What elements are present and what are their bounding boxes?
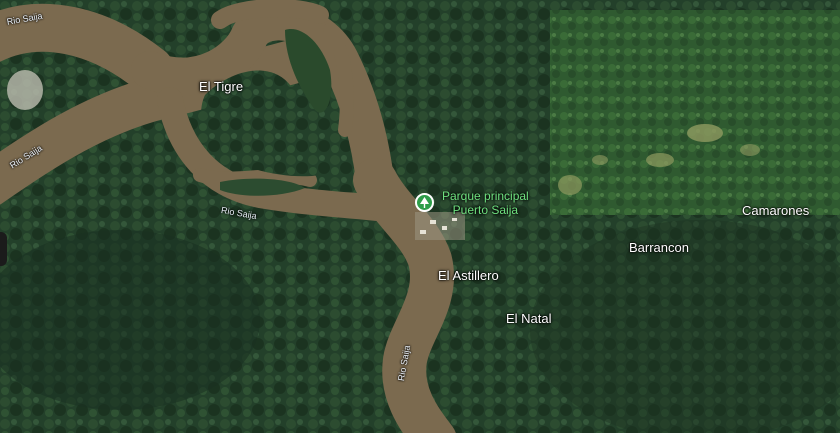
park-pin[interactable] <box>415 193 434 212</box>
place-label-barrancon[interactable]: Barrancon <box>629 240 689 255</box>
park-label[interactable]: Parque principal Puerto Saija <box>442 189 529 217</box>
place-label-el-astillero[interactable]: El Astillero <box>438 268 499 283</box>
side-panel-toggle[interactable] <box>0 232 7 266</box>
place-label-camarones[interactable]: Camarones <box>742 203 809 218</box>
park-tree-icon <box>420 197 429 208</box>
place-label-el-natal[interactable]: El Natal <box>506 311 552 326</box>
satellite-imagery <box>0 0 840 433</box>
park-label-line2: Puerto Saija <box>452 203 519 217</box>
map-view[interactable]: Rio Saija Rio Saija Rio Saija Rio Saija … <box>0 0 840 433</box>
park-label-line1: Parque principal <box>442 189 529 203</box>
place-label-el-tigre[interactable]: El Tigre <box>199 79 243 94</box>
